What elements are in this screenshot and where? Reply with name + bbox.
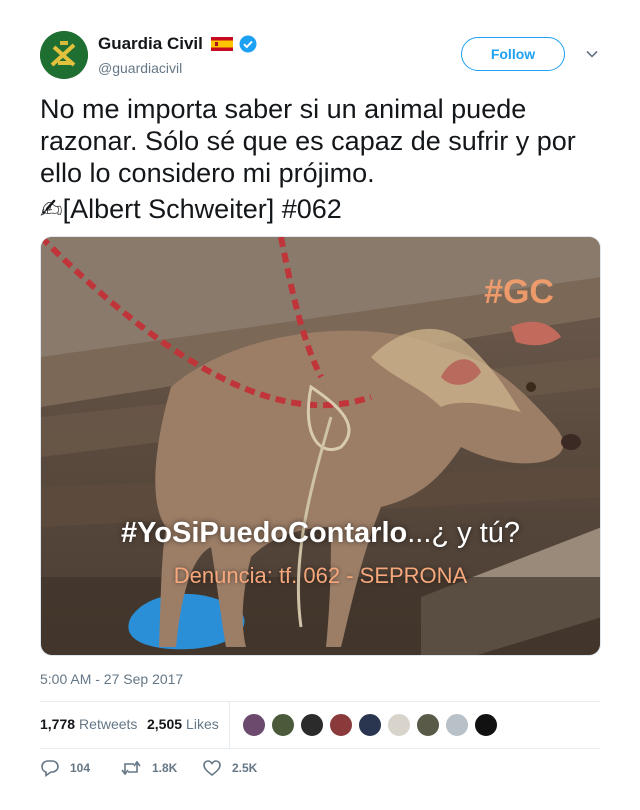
- user-info: Guardia Civil @guardiacivil: [98, 33, 257, 76]
- follow-button[interactable]: Follow: [461, 37, 565, 71]
- spain-flag-icon: [210, 37, 233, 51]
- overlay-denuncia: Denuncia: tf. 062 - SEPRONA: [173, 563, 468, 588]
- retweet-button[interactable]: 1.8K: [120, 758, 177, 778]
- display-name[interactable]: Guardia Civil: [98, 34, 203, 54]
- liker-avatar[interactable]: [271, 713, 295, 737]
- retweets-count: 1,778: [40, 716, 76, 732]
- tweet-attribution-line: ✍[Albert Schweiter] #062: [40, 193, 600, 225]
- stats-separator: [229, 702, 230, 748]
- liker-avatar[interactable]: [329, 713, 353, 737]
- tweet-stats: 1,778 Retweets 2,505 Likes: [40, 702, 600, 748]
- like-button[interactable]: 2.5K: [202, 758, 257, 778]
- overlay-gc-tag: #GC: [484, 273, 554, 311]
- overlay-hashtag-bold: #YoSiPuedoContarlo: [120, 517, 408, 549]
- chevron-down-icon[interactable]: [585, 47, 599, 61]
- user-handle[interactable]: @guardiacivil: [98, 60, 257, 76]
- avatar[interactable]: [40, 31, 88, 79]
- heart-icon: [203, 760, 221, 777]
- liker-avatar[interactable]: [242, 713, 266, 737]
- tweet-timestamp[interactable]: 5:00 AM - 27 Sep 2017: [40, 671, 183, 687]
- divider: [40, 748, 600, 749]
- likes-label: Likes: [186, 716, 219, 732]
- tweet-quote: No me importa saber si un animal puede r…: [40, 94, 576, 188]
- verified-icon: [239, 35, 257, 53]
- retweet-count: 1.8K: [152, 761, 178, 775]
- tweet-media-image[interactable]: #GC #YoSiPuedoContarlo...¿ y tú? Denunci…: [40, 236, 601, 656]
- tweet-actions: 104 1.8K 2.5K: [40, 758, 340, 782]
- liker-avatar[interactable]: [416, 713, 440, 737]
- tweet-text: No me importa saber si un animal puede r…: [40, 93, 600, 225]
- likes-count: 2,505: [147, 716, 183, 732]
- retweet-icon: [121, 760, 141, 776]
- liker-avatar[interactable]: [445, 713, 469, 737]
- retweets-stat[interactable]: 1,778 Retweets: [40, 716, 137, 732]
- reply-icon: [41, 760, 59, 778]
- likes-stat[interactable]: 2,505 Likes: [147, 716, 219, 732]
- writing-hand-emoji: ✍: [40, 194, 63, 224]
- liker-avatar[interactable]: [474, 713, 498, 737]
- guardia-civil-emblem-icon: [40, 31, 88, 79]
- like-count: 2.5K: [232, 761, 258, 775]
- tweet-header: Guardia Civil @guardiacivil Follow: [40, 31, 610, 81]
- liker-avatar[interactable]: [300, 713, 324, 737]
- tweet-attribution: [Albert Schweiter] #062: [62, 194, 342, 224]
- likers-avatars: [242, 713, 503, 737]
- overlay-hashtag: #YoSiPuedoContarlo...¿ y tú?: [41, 517, 600, 550]
- retweets-label: Retweets: [79, 716, 138, 732]
- overlay-hashtag-tail: ...¿ y tú?: [407, 517, 521, 549]
- liker-avatar[interactable]: [387, 713, 411, 737]
- reply-button[interactable]: 104: [40, 758, 90, 778]
- reply-count: 104: [70, 761, 91, 775]
- liker-avatar[interactable]: [358, 713, 382, 737]
